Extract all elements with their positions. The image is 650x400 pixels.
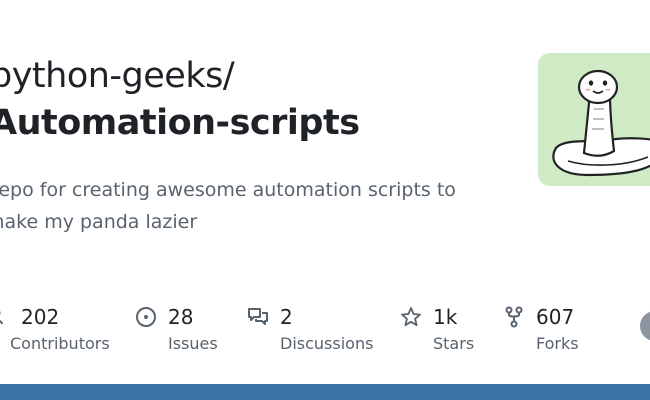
stat-label: Discussions xyxy=(280,334,374,353)
discussion-icon xyxy=(247,306,269,328)
repo-name[interactable]: Automation-scripts xyxy=(0,103,360,143)
bottom-accent-bar xyxy=(0,384,650,400)
stat-label: Contributors xyxy=(10,334,110,353)
stat-issues[interactable]: 28 Issues xyxy=(135,303,218,353)
stat-value: 202 xyxy=(21,305,60,329)
stat-value: 1k xyxy=(433,305,458,329)
stat-value: 28 xyxy=(168,305,194,329)
stat-value: 607 xyxy=(536,305,575,329)
stat-value: 2 xyxy=(280,305,293,329)
stat-forks[interactable]: 607 Forks xyxy=(503,303,579,353)
star-icon xyxy=(400,306,422,328)
repo-avatar xyxy=(538,53,650,186)
stat-label: Forks xyxy=(536,334,579,353)
stat-stars[interactable]: 1k Stars xyxy=(400,303,474,353)
repo-description: Repo for creating awesome automation scr… xyxy=(0,179,456,233)
snake-icon xyxy=(552,69,650,177)
fork-icon xyxy=(503,306,525,328)
stat-contributors[interactable]: 202 Contributors xyxy=(0,303,110,353)
stat-discussions[interactable]: 2 Discussions xyxy=(247,303,373,353)
issue-icon xyxy=(135,306,157,328)
stat-label: Stars xyxy=(433,334,475,353)
github-logo-icon xyxy=(640,311,650,341)
repo-owner[interactable]: python-geeks/ xyxy=(0,56,235,96)
people-icon xyxy=(0,306,10,328)
stat-label: Issues xyxy=(168,334,218,353)
